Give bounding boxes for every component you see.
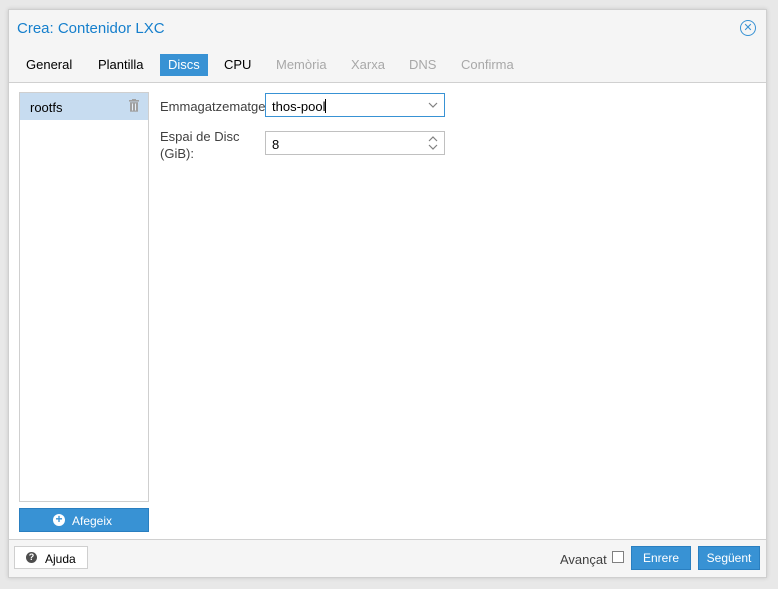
tab-discs[interactable]: Discs [160, 54, 208, 76]
disk-size-value: 8 [272, 137, 280, 152]
close-icon[interactable]: ✕ [740, 20, 756, 36]
dialog-title: Crea: Contenidor LXC [17, 20, 165, 37]
tab-dns: DNS [409, 57, 437, 72]
chevron-down-icon[interactable] [428, 101, 438, 109]
list-item-rootfs[interactable]: rootfs [20, 93, 148, 120]
tab-cpu[interactable]: CPU [216, 54, 259, 76]
storage-select[interactable]: thos-pool [265, 93, 445, 117]
wizard-tabs: General Plantilla Discs CPU Memòria Xarx… [9, 48, 766, 83]
tab-memoria: Memòria [276, 57, 327, 72]
question-icon: ? [26, 552, 37, 563]
next-button[interactable]: Següent [698, 546, 760, 570]
advanced-label: Avançat [560, 552, 607, 567]
tab-confirma: Confirma [461, 57, 514, 72]
tab-xarxa: Xarxa [351, 57, 385, 72]
dialog-footer: ? Ajuda Avançat Enrere Següent [9, 539, 766, 577]
storage-value: thos-pool [272, 99, 326, 114]
advanced-checkbox[interactable] [612, 551, 624, 563]
add-disk-button[interactable]: + Afegeix [19, 508, 149, 532]
tab-general[interactable]: General [18, 54, 80, 76]
help-label: Ajuda [45, 552, 76, 566]
add-disk-label: Afegeix [72, 514, 113, 528]
tab-plantilla[interactable]: Plantilla [90, 54, 152, 76]
create-lxc-dialog: Crea: Contenidor LXC ✕ General Plantilla… [8, 9, 767, 578]
disk-size-stepper[interactable]: 8 [265, 131, 445, 155]
disk-size-unit-label: (GiB): [160, 146, 194, 161]
storage-label: Emmagatzematge [160, 99, 266, 114]
back-button[interactable]: Enrere [631, 546, 691, 570]
plus-circle-icon: + [53, 513, 65, 526]
disk-list: rootfs [19, 92, 149, 502]
help-button[interactable]: ? Ajuda [14, 546, 88, 569]
trash-icon[interactable] [128, 99, 140, 112]
disk-label: rootfs [30, 100, 63, 115]
spinner-arrows-icon[interactable] [428, 135, 438, 151]
text-caret [325, 99, 327, 113]
dialog-titlebar: Crea: Contenidor LXC ✕ [9, 10, 766, 48]
disks-panel: rootfs + Afegeix Emmagatzematge thos-poo… [9, 83, 766, 540]
disk-size-label: Espai de Disc [160, 129, 240, 144]
